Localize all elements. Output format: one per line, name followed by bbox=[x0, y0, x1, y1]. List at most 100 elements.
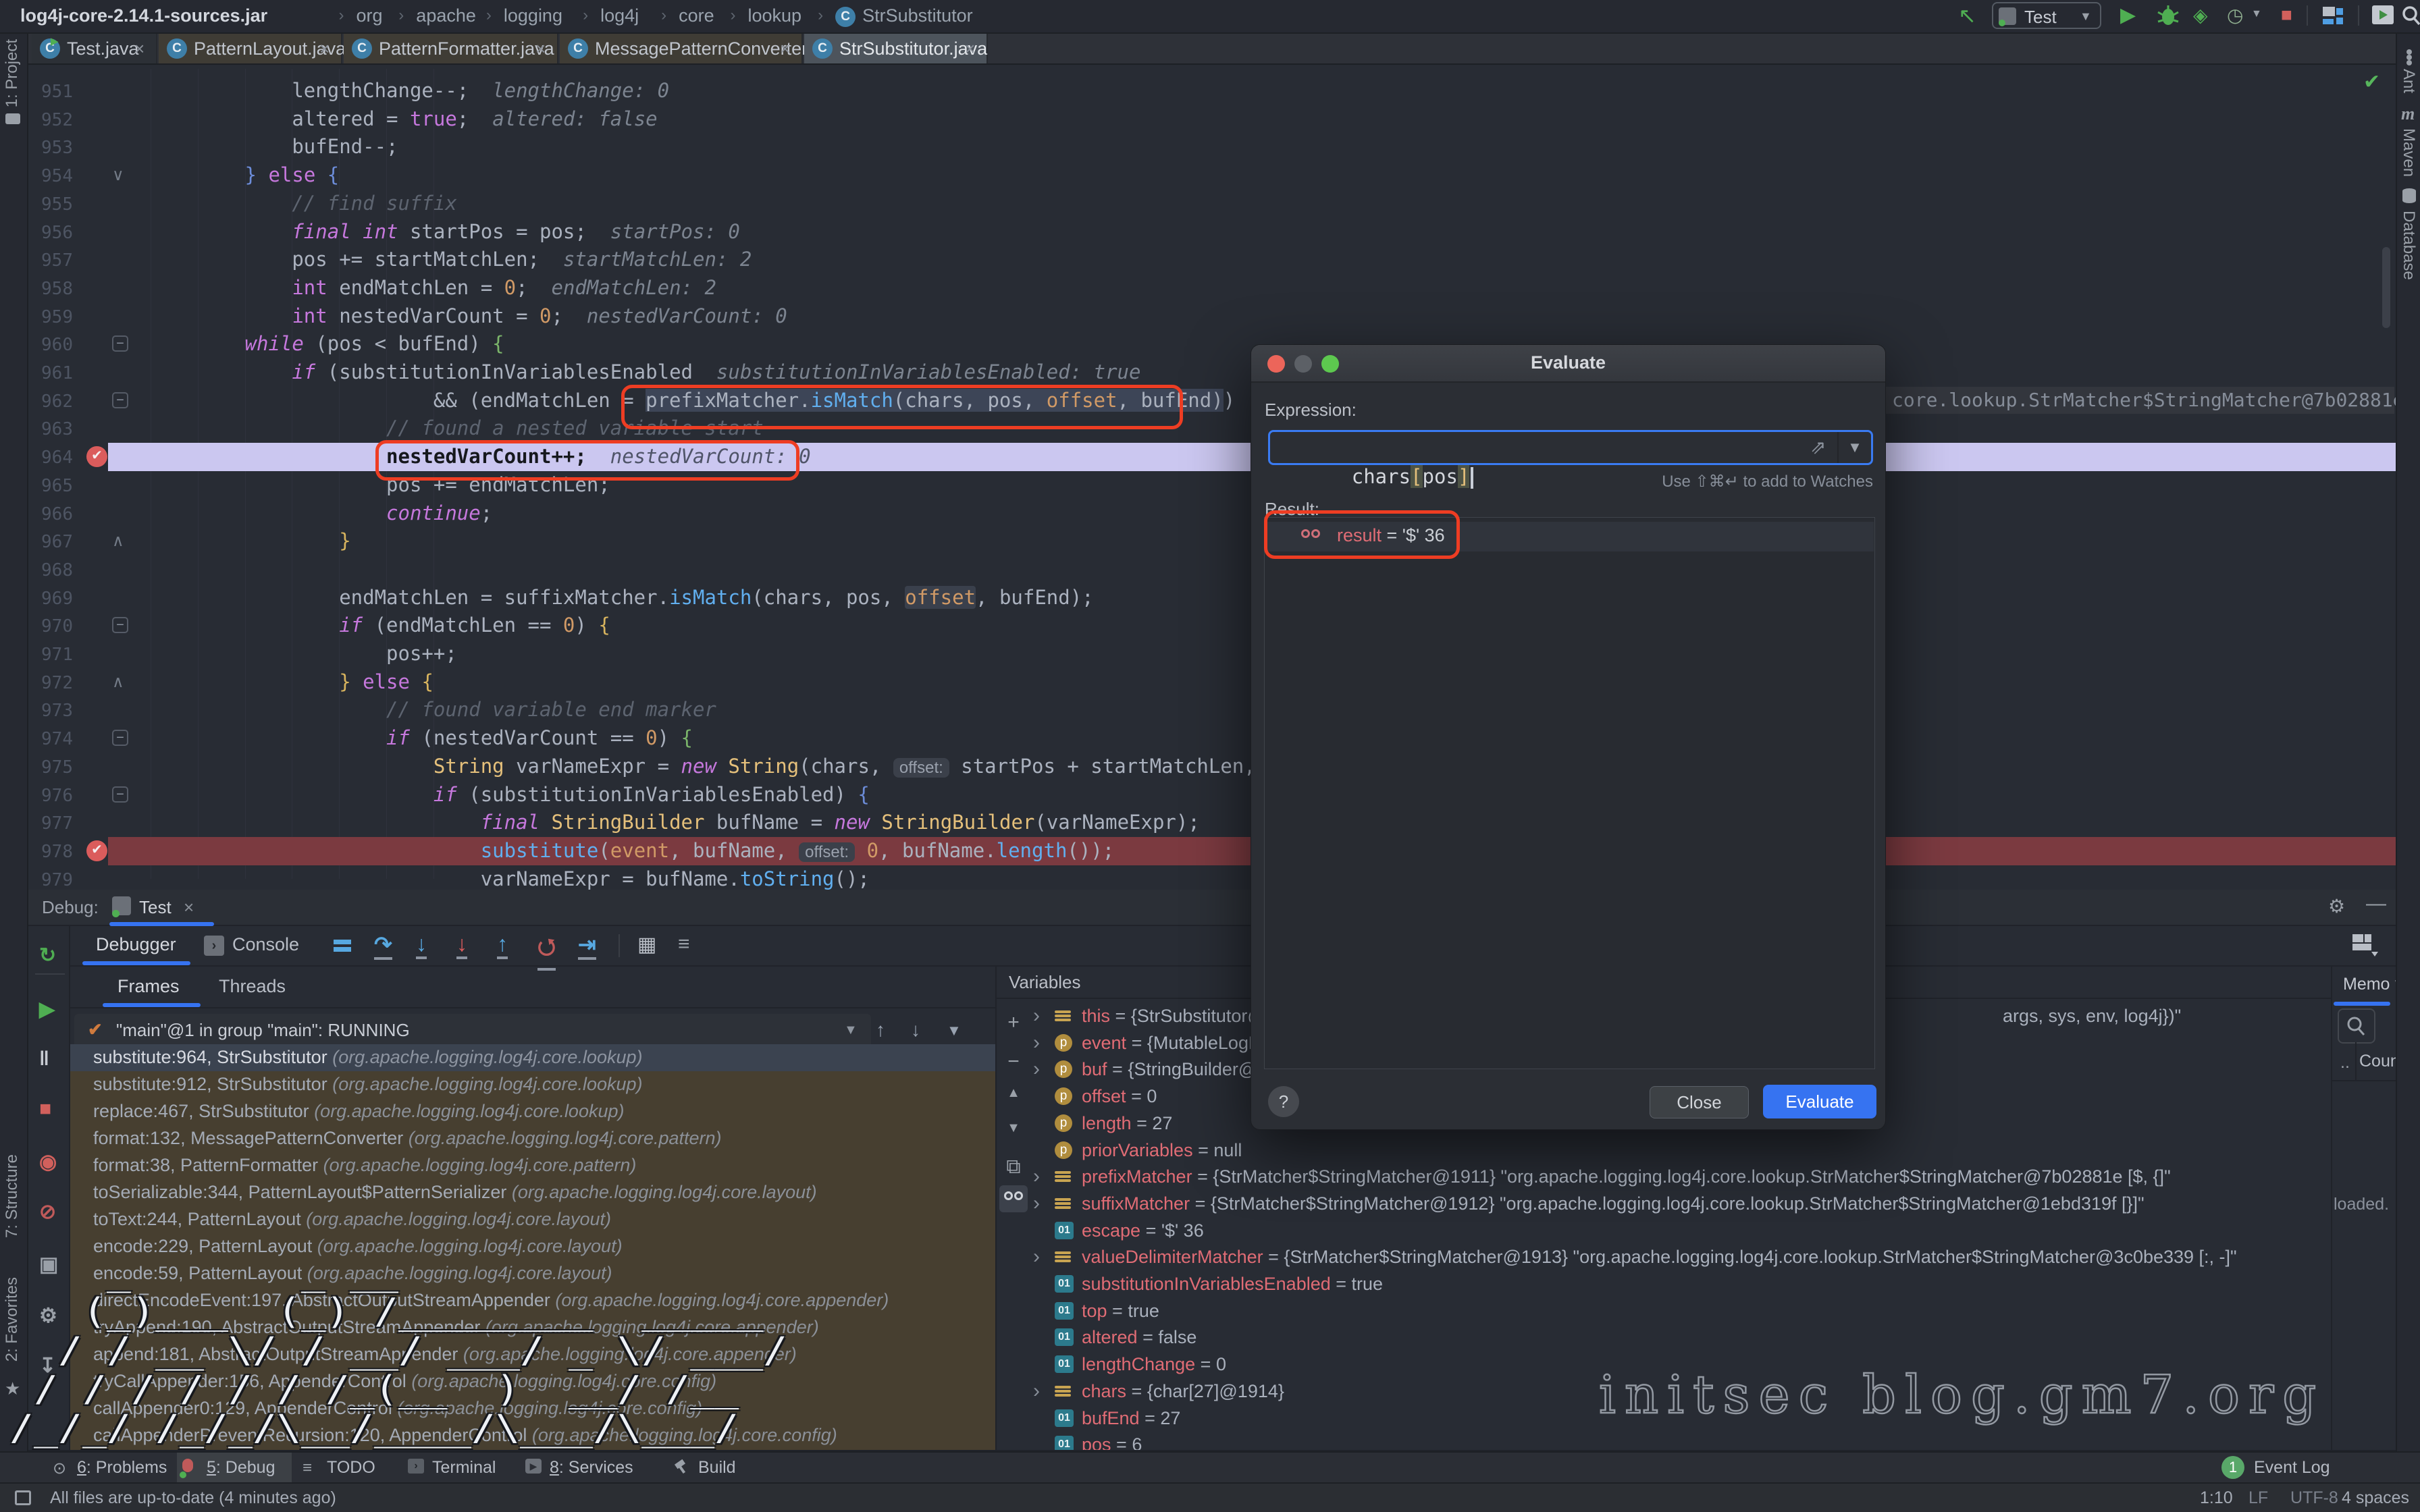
close-icon[interactable]: × bbox=[319, 38, 330, 59]
code-text[interactable]: final int startPos = pos; startPos: 0 bbox=[103, 218, 740, 246]
step-over-icon[interactable]: ↷ bbox=[374, 932, 392, 960]
variable-row[interactable]: 01top = true bbox=[998, 1299, 2331, 1326]
frame-row[interactable]: substitute:964, StrSubstitutor (org.apac… bbox=[70, 1044, 995, 1071]
expand-chevron-icon[interactable]: › bbox=[1033, 1245, 1040, 1268]
breadcrumb-item[interactable]: logging bbox=[504, 5, 562, 26]
tab-MessagePatternConverter-java[interactable]: CMessagePatternConverter.java× bbox=[560, 34, 803, 63]
frame-row[interactable]: toSerializable:344, PatternLayout$Patter… bbox=[70, 1179, 995, 1206]
debug-button[interactable] bbox=[2155, 1, 2181, 32]
toolwindow-8--Services[interactable]: ▶8: Services bbox=[520, 1453, 655, 1482]
navigate-back-icon[interactable]: ↖ bbox=[1958, 3, 1976, 28]
tab-memory[interactable]: Memo bbox=[2343, 975, 2390, 994]
frame-row[interactable]: format:38, PatternFormatter (org.apache.… bbox=[70, 1152, 995, 1179]
breadcrumb-item[interactable]: core bbox=[679, 5, 714, 26]
close-icon[interactable]: × bbox=[535, 38, 546, 59]
variable-row[interactable]: 01escape = '$' 36 bbox=[998, 1218, 2331, 1245]
variable-row[interactable]: 01substitutionInVariablesEnabled = true bbox=[998, 1272, 2331, 1299]
tab-console[interactable]: Console bbox=[232, 934, 299, 955]
stripe-database[interactable]: Database bbox=[2399, 211, 2418, 280]
filter-frames-icon[interactable]: ▼ bbox=[947, 1022, 962, 1040]
breadcrumb-item[interactable]: apache bbox=[416, 5, 476, 26]
profiler-button[interactable]: ◷ bbox=[2227, 4, 2243, 26]
code-text[interactable]: varNameExpr = bufName.toString(); bbox=[103, 865, 870, 890]
run-to-cursor-icon[interactable]: ⇥ bbox=[578, 932, 596, 960]
code-text[interactable]: } else { bbox=[103, 161, 339, 189]
variable-row[interactable]: ppriorVariables = null bbox=[998, 1138, 2331, 1165]
force-step-into-icon[interactable]: ↓ bbox=[456, 932, 467, 959]
stripe-project[interactable]: 1: Project bbox=[3, 39, 22, 107]
editor-scrollbar[interactable] bbox=[2382, 247, 2390, 328]
evaluate-button[interactable]: Evaluate bbox=[1763, 1085, 1876, 1118]
memory-search-box[interactable] bbox=[2338, 1008, 2375, 1044]
close-icon[interactable]: × bbox=[965, 38, 975, 59]
frame-row[interactable]: substitute:912, StrSubstitutor (org.apac… bbox=[70, 1071, 995, 1098]
tab-PatternLayout-java[interactable]: CPatternLayout.java× bbox=[159, 34, 342, 63]
project-structure-icon[interactable] bbox=[2321, 5, 2344, 29]
chevron-down-icon[interactable]: ▼ bbox=[2251, 8, 2262, 20]
stop-button[interactable]: ■ bbox=[2281, 4, 2292, 26]
close-icon[interactable]: × bbox=[134, 38, 144, 59]
search-icon[interactable] bbox=[2401, 5, 2420, 30]
expand-chevron-icon[interactable]: › bbox=[1033, 1004, 1040, 1027]
variable-row[interactable]: ›suffixMatcher = {StrMatcher$StringMatch… bbox=[998, 1191, 2331, 1218]
code-text[interactable]: endMatchLen = suffixMatcher.isMatch(char… bbox=[103, 584, 1094, 612]
rerun-button[interactable]: ↻ bbox=[39, 944, 56, 967]
frame-row[interactable]: toText:244, PatternLayout (org.apache.lo… bbox=[70, 1206, 995, 1233]
pause-button[interactable]: ‖ bbox=[39, 1048, 49, 1071]
debugger-settings-icon[interactable]: ≡ bbox=[678, 933, 690, 956]
help-button[interactable]: ? bbox=[1268, 1086, 1299, 1117]
code-text[interactable]: // find suffix bbox=[103, 190, 457, 217]
toolwindow-TODO[interactable]: ≡TODO bbox=[297, 1453, 392, 1482]
evaluate-expression-icon[interactable]: ▦ bbox=[637, 933, 656, 956]
resume-button[interactable]: ▶ bbox=[39, 998, 55, 1021]
code-text[interactable]: final StringBuilder bufName = new String… bbox=[103, 809, 1200, 836]
indent-indicator[interactable]: 4 spaces bbox=[2342, 1488, 2409, 1508]
hide-panel-icon[interactable]: — bbox=[2366, 892, 2386, 915]
variable-row[interactable]: ›valueDelimiterMatcher = {StrMatcher$Str… bbox=[998, 1245, 2331, 1272]
breadcrumb-item[interactable]: log4j bbox=[600, 5, 639, 26]
caret-position[interactable]: 1:10 bbox=[2200, 1488, 2233, 1508]
breadcrumb-item[interactable]: org bbox=[357, 5, 383, 26]
toolwindow-5--Debug[interactable]: 5: Debug bbox=[177, 1453, 292, 1482]
tab-Test-java[interactable]: C▶Test.java× bbox=[32, 34, 157, 63]
code-text[interactable]: lengthChange--; lengthChange: 0 bbox=[103, 77, 669, 105]
expand-chevron-icon[interactable]: › bbox=[1033, 1192, 1040, 1215]
thread-selector[interactable]: ✔"main"@1 in group "main": RUNNING▼ bbox=[74, 1014, 871, 1048]
code-text[interactable]: while (pos < bufEnd) { bbox=[103, 330, 504, 358]
step-out-icon[interactable]: ↑ bbox=[497, 932, 508, 959]
event-log-item[interactable]: 1Event Log bbox=[2221, 1455, 2384, 1481]
coverage-button[interactable]: ◈ bbox=[2193, 4, 2208, 26]
variable-row[interactable]: 01pos = 6 bbox=[998, 1432, 2331, 1451]
stripe-structure[interactable]: 7: Structure bbox=[3, 1154, 22, 1238]
code-text[interactable]: continue; bbox=[103, 500, 492, 527]
show-execution-point-icon[interactable] bbox=[332, 936, 352, 959]
expression-input[interactable]: chars[pos] ⇗ ▼ bbox=[1268, 430, 1873, 465]
drop-frame-icon[interactable]: ⭯ bbox=[537, 932, 556, 971]
step-into-icon[interactable]: ↓ bbox=[416, 932, 427, 959]
frame-row[interactable]: replace:467, StrSubstitutor (org.apache.… bbox=[70, 1098, 995, 1125]
view-breakpoints-button[interactable]: ◉ bbox=[39, 1150, 57, 1174]
run-anything-icon[interactable] bbox=[2371, 5, 2394, 30]
mute-breakpoints-button[interactable]: ⊘ bbox=[39, 1200, 56, 1224]
tab-StrSubstitutor-java[interactable]: CStrSubstitutor.java× bbox=[804, 34, 988, 63]
breadcrumb-item[interactable]: StrSubstitutor bbox=[862, 5, 973, 26]
expand-chevron-icon[interactable]: › bbox=[1033, 1165, 1040, 1188]
breadcrumb-item[interactable]: log4j-core-2.14.1-sources.jar bbox=[20, 5, 267, 26]
expand-chevron-icon[interactable]: › bbox=[1033, 1031, 1040, 1054]
code-text[interactable]: if (substitutionInVariablesEnabled) { bbox=[103, 781, 870, 809]
code-text[interactable]: if (nestedVarCount == 0) { bbox=[103, 724, 693, 752]
code-text[interactable]: bufEnd--; bbox=[103, 133, 398, 161]
expand-chevron-icon[interactable]: › bbox=[1033, 1058, 1040, 1081]
code-text[interactable]: if (substitutionInVariablesEnabled subst… bbox=[103, 358, 1140, 386]
expand-chevron-icon[interactable]: › bbox=[1033, 1380, 1040, 1403]
stripe-ant[interactable]: Ant bbox=[2399, 69, 2418, 93]
tab-threads[interactable]: Threads bbox=[219, 976, 286, 997]
run-configuration-combo[interactable]: Test▼ bbox=[1992, 2, 2101, 29]
settings-gear-icon[interactable]: ⚙ bbox=[2328, 895, 2345, 917]
restore-layout-icon[interactable] bbox=[2351, 933, 2378, 961]
code-text[interactable]: // found variable end marker bbox=[103, 696, 716, 724]
expand-editor-icon[interactable]: ⇗ bbox=[1810, 436, 1826, 458]
close-icon[interactable]: × bbox=[780, 38, 790, 59]
encoding-indicator[interactable]: UTF-8 bbox=[2290, 1488, 2338, 1508]
stripe-maven[interactable]: Maven bbox=[2399, 128, 2418, 177]
